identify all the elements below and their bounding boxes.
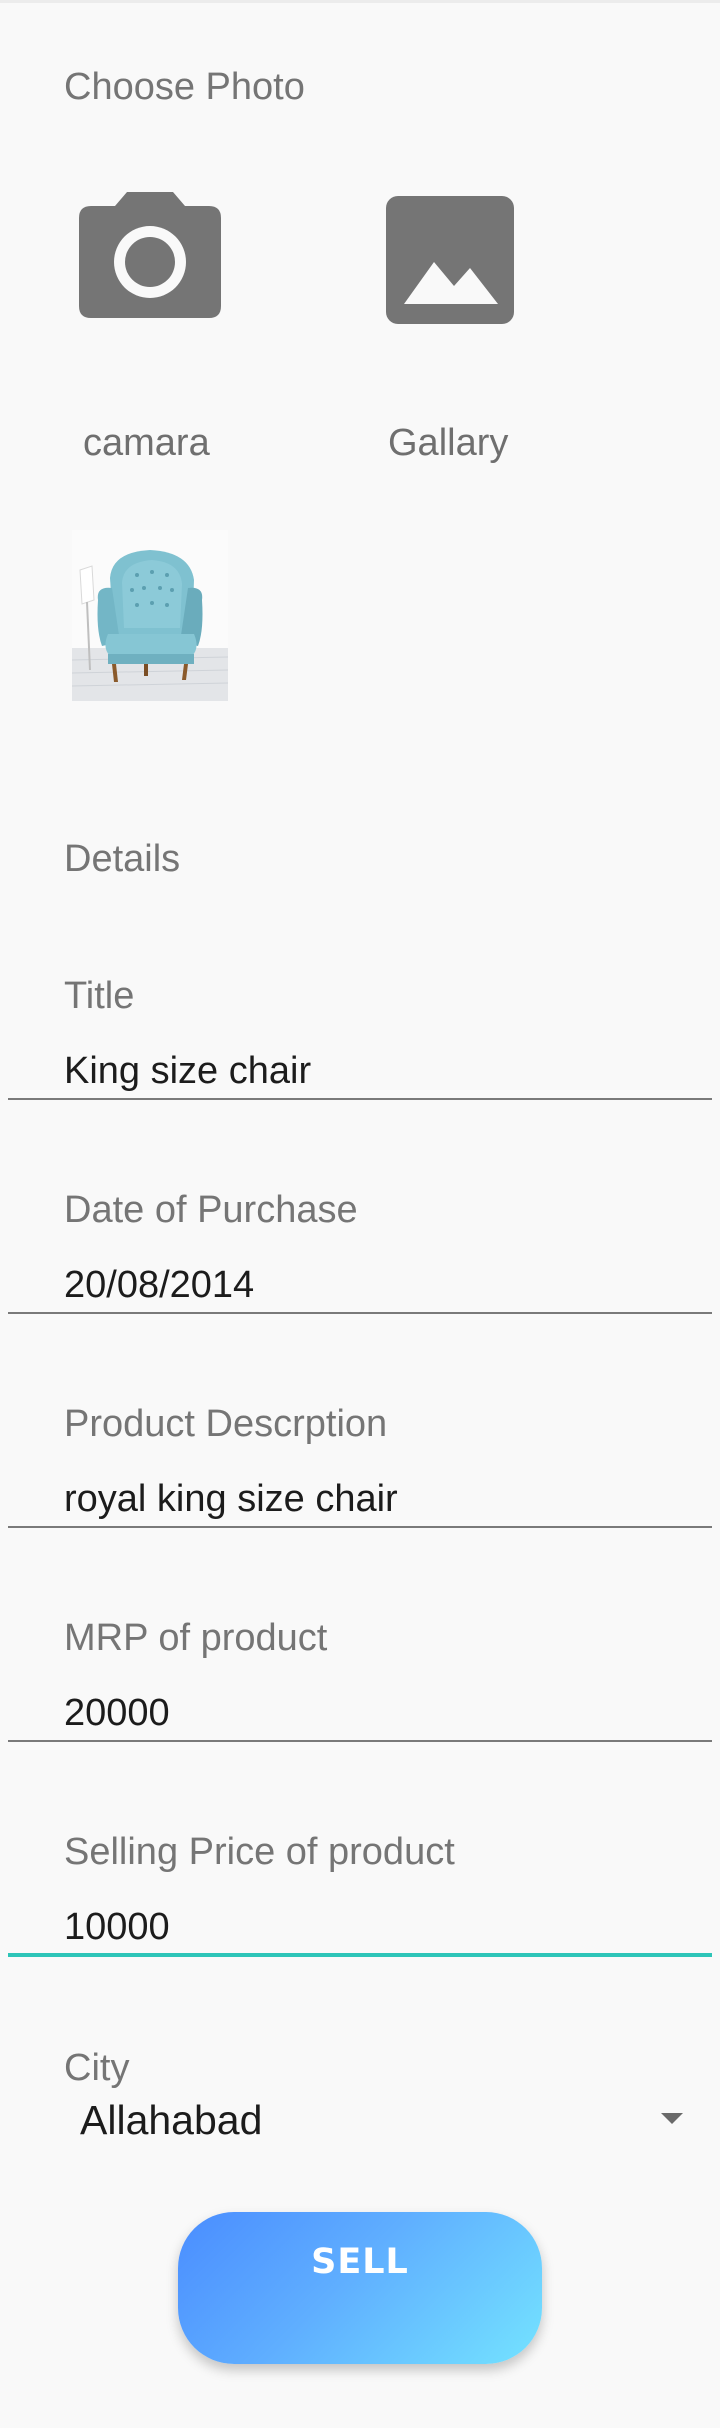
camera-label[interactable]: camara	[83, 424, 210, 462]
selling-price-field-label: Selling Price of product	[64, 1831, 455, 1873]
date-field-label: Date of Purchase	[64, 1189, 358, 1231]
date-field-underline	[8, 1312, 712, 1314]
camera-icon	[79, 192, 221, 318]
selling-price-field-underline	[8, 1953, 712, 1957]
city-selected-value[interactable]: Allahabad	[80, 2100, 262, 2141]
selling-price-input[interactable]: 10000	[64, 1908, 664, 1946]
mrp-field-label: MRP of product	[64, 1617, 328, 1659]
city-label: City	[64, 2047, 130, 2089]
title-field-label: Title	[64, 975, 135, 1017]
date-of-purchase-input[interactable]: 20/08/2014	[64, 1266, 664, 1304]
description-field-underline	[8, 1526, 712, 1528]
description-field-label: Product Descrption	[64, 1403, 388, 1445]
dropdown-arrow-icon[interactable]	[661, 2113, 683, 2124]
gallery-button[interactable]	[380, 190, 520, 330]
sell-button-label: SELL	[311, 2242, 409, 2282]
choose-photo-heading: Choose Photo	[64, 66, 305, 108]
details-heading: Details	[64, 838, 181, 880]
mrp-field-underline	[8, 1740, 712, 1742]
title-field-input[interactable]: King size chair	[64, 1052, 664, 1090]
product-description-input[interactable]: royal king size chair	[64, 1480, 664, 1518]
top-divider	[0, 0, 720, 3]
image-icon	[386, 196, 514, 324]
sell-button[interactable]: SELL	[178, 2212, 542, 2364]
selected-photo-thumbnail[interactable]	[72, 530, 228, 701]
title-field-underline	[8, 1098, 712, 1100]
mrp-input[interactable]: 20000	[64, 1694, 664, 1732]
chair-image	[72, 530, 228, 701]
camera-button[interactable]	[72, 180, 228, 330]
gallery-label[interactable]: Gallary	[388, 424, 508, 462]
